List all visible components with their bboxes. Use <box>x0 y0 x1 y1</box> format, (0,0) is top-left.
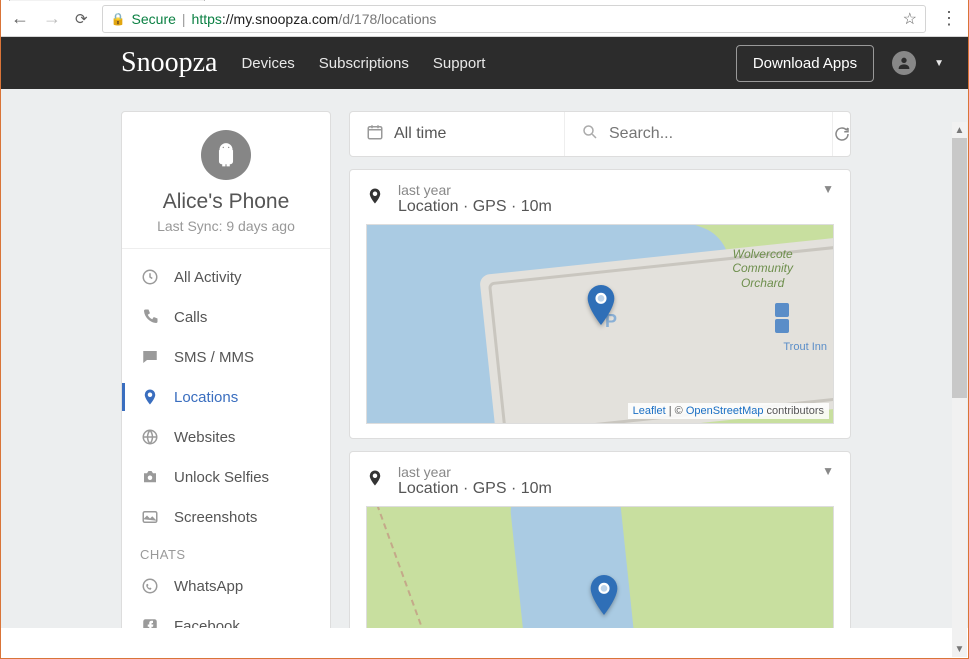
chats-section-label: CHATS <box>122 537 330 566</box>
window-maximize-icon[interactable]: ☐ <box>868 0 914 1</box>
osm-link[interactable]: OpenStreetMap <box>686 405 764 417</box>
url-input[interactable]: 🔒 Secure | https://my.snoopza.com/d/178/… <box>102 5 926 33</box>
chevron-down-icon[interactable]: ▼ <box>822 182 834 196</box>
scroll-down-icon[interactable]: ▼ <box>952 641 967 657</box>
bus-stop-icon <box>775 303 789 317</box>
map-orchard-label: Wolvercote Community Orchard <box>732 247 793 290</box>
map-panel[interactable] <box>366 506 834 628</box>
sidebar-item-label: Unlock Selfies <box>174 469 269 486</box>
location-pin-icon <box>140 387 160 407</box>
search-field[interactable] <box>609 125 816 143</box>
user-menu-caret-icon[interactable]: ▼ <box>934 58 944 69</box>
map-marker-icon <box>590 575 618 620</box>
map-panel[interactable]: P Wolvercote Community Orchard Trout Inn… <box>366 224 834 424</box>
download-apps-button[interactable]: Download Apps <box>736 45 874 82</box>
whatsapp-icon <box>140 576 160 596</box>
app-header: Snoopza Devices Subscriptions Support Do… <box>1 37 968 89</box>
address-bar: ← → ⟳ 🔒 Secure | https://my.snoopza.com/… <box>1 1 968 37</box>
location-time: last year <box>398 182 808 198</box>
url-path: /d/178/locations <box>338 11 436 27</box>
android-icon <box>201 130 251 180</box>
logo[interactable]: Snoopza <box>121 47 217 79</box>
phone-icon <box>140 307 160 327</box>
facebook-icon <box>140 616 160 628</box>
device-sidebar: Alice's Phone Last Sync: 9 days ago All … <box>121 111 331 628</box>
window-close-icon[interactable]: ✕ <box>914 0 960 1</box>
location-meta: Location · GPS · 10m <box>398 480 808 498</box>
sidebar-item-all-activity[interactable]: All Activity <box>122 257 330 297</box>
nav-support[interactable]: Support <box>433 55 486 72</box>
refresh-button[interactable] <box>833 112 851 156</box>
sidebar-item-label: Locations <box>174 389 238 406</box>
leaflet-link[interactable]: Leaflet <box>633 405 666 417</box>
back-icon[interactable]: ← <box>11 8 29 29</box>
map-trout-label: Trout Inn <box>783 341 827 353</box>
location-pin-icon <box>366 184 384 214</box>
map-attribution: Leaflet | © OpenStreetMap contributors <box>628 403 829 419</box>
chevron-down-icon[interactable]: ▼ <box>822 464 834 478</box>
top-nav: Devices Subscriptions Support <box>241 55 485 72</box>
sidebar-item-facebook[interactable]: Facebook <box>122 606 330 628</box>
date-filter-label: All time <box>394 125 446 143</box>
location-time: last year <box>398 464 808 480</box>
sidebar-item-label: Calls <box>174 309 207 326</box>
sidebar-item-locations[interactable]: Locations <box>122 377 330 417</box>
reload-icon[interactable]: ⟳ <box>75 10 88 28</box>
sidebar-item-label: All Activity <box>174 269 242 286</box>
browser-tab[interactable]: S Locations · Alice's Phone × <box>9 0 205 1</box>
browser-menu-icon[interactable]: ⋮ <box>940 8 958 29</box>
page-scrollbar[interactable]: ▲ ▼ <box>952 122 967 657</box>
window-minimize-icon[interactable]: — <box>822 0 868 1</box>
calendar-icon <box>366 123 384 146</box>
clock-icon <box>140 267 160 287</box>
scroll-thumb[interactable] <box>952 138 967 398</box>
forward-icon[interactable]: → <box>43 8 61 29</box>
bus-stop-icon <box>775 319 789 333</box>
search-icon <box>581 123 599 146</box>
bookmark-star-icon[interactable]: ☆ <box>903 9 917 29</box>
message-icon <box>140 347 160 367</box>
globe-icon <box>140 427 160 447</box>
scroll-up-icon[interactable]: ▲ <box>952 122 967 138</box>
sidebar-item-whatsapp[interactable]: WhatsApp <box>122 566 330 606</box>
location-pin-icon <box>366 466 384 496</box>
search-input[interactable] <box>565 112 833 156</box>
sidebar-item-calls[interactable]: Calls <box>122 297 330 337</box>
sidebar-item-label: Screenshots <box>174 509 257 526</box>
secure-label: Secure <box>132 11 176 27</box>
map-marker-icon <box>587 285 615 330</box>
sidebar-item-unlock-selfies[interactable]: Unlock Selfies <box>122 457 330 497</box>
sidebar-item-label: WhatsApp <box>174 578 243 595</box>
content-area: Alice's Phone Last Sync: 9 days ago All … <box>1 89 968 628</box>
sidebar-item-sms[interactable]: SMS / MMS <box>122 337 330 377</box>
lock-icon: 🔒 <box>111 12 126 26</box>
url-scheme: https <box>192 11 222 27</box>
sidebar-item-label: Facebook <box>174 618 240 629</box>
nav-devices[interactable]: Devices <box>241 55 294 72</box>
last-sync: Last Sync: 9 days ago <box>134 218 318 234</box>
nav-subscriptions[interactable]: Subscriptions <box>319 55 409 72</box>
camera-icon <box>140 467 160 487</box>
location-meta: Location · GPS · 10m <box>398 198 808 216</box>
url-host: ://my.snoopza.com <box>222 11 338 27</box>
user-avatar-icon[interactable] <box>892 51 916 75</box>
sidebar-item-screenshots[interactable]: Screenshots <box>122 497 330 537</box>
location-card: last year Location · GPS · 10m ▼ P Wolve… <box>349 169 851 439</box>
location-card: last year Location · GPS · 10m ▼ <box>349 451 851 628</box>
sidebar-item-label: Websites <box>174 429 235 446</box>
image-icon <box>140 507 160 527</box>
sidebar-item-websites[interactable]: Websites <box>122 417 330 457</box>
filter-bar: All time <box>349 111 851 157</box>
sidebar-item-label: SMS / MMS <box>174 349 254 366</box>
device-name: Alice's Phone <box>134 190 318 214</box>
date-filter[interactable]: All time <box>350 112 565 156</box>
